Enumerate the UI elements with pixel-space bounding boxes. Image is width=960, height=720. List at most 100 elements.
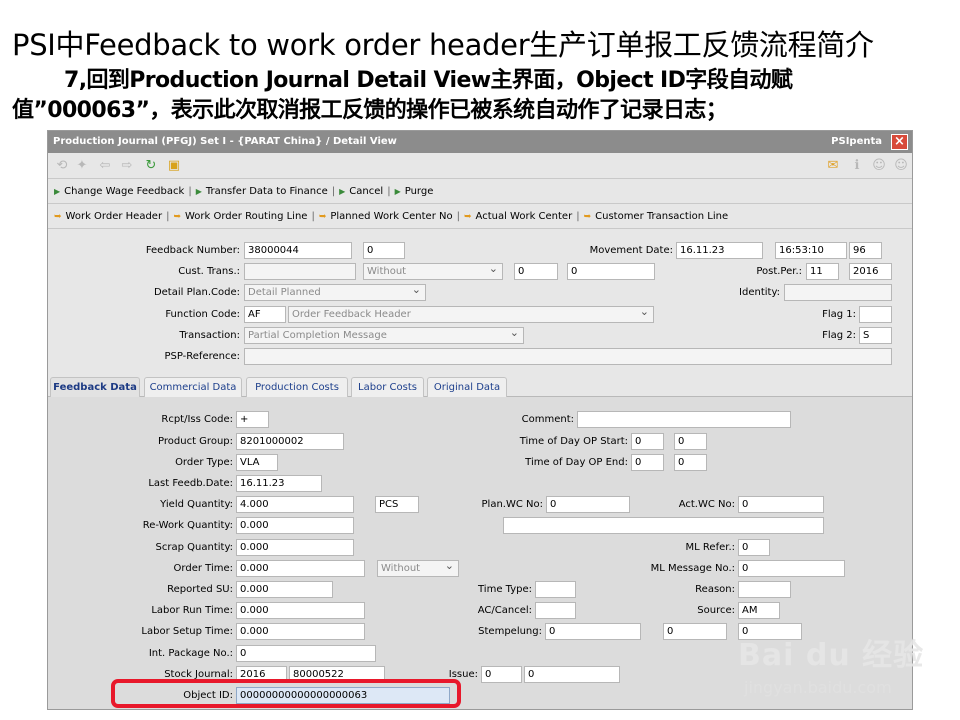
function-code-label: Function Code:	[165, 309, 240, 320]
plan-wc-no-field[interactable]: 0	[546, 496, 630, 513]
reported-su-field[interactable]: 0.000	[236, 581, 333, 598]
refresh-icon[interactable]: ↻	[142, 157, 160, 175]
window-titlebar: Production Journal (PFGJ) Set I - {PARAT…	[48, 131, 912, 153]
order-time-field[interactable]: 0.000	[236, 560, 365, 577]
order-time-label: Order Time:	[173, 563, 233, 574]
psp-reference-label: PSP-Reference:	[164, 351, 240, 362]
labor-setup-time-field[interactable]: 0.000	[236, 623, 365, 640]
intl-package-no-label: Int. Package No.:	[148, 648, 233, 659]
post-per-year-field[interactable]: 2016	[849, 263, 892, 280]
people-icon[interactable]: ☺	[870, 157, 888, 175]
tab-original-data[interactable]: Original Data	[427, 377, 507, 397]
act-wc-no-field[interactable]: 0	[738, 496, 824, 513]
scrap-quantity-field[interactable]: 0.000	[236, 539, 354, 556]
product-group-field[interactable]: 8201000002	[236, 433, 344, 450]
yield-quantity-field[interactable]: 4.000	[236, 496, 354, 513]
cust-trans-v3-field[interactable]: 0	[567, 263, 655, 280]
menu-transfer-data[interactable]: ▶ Transfer Data to Finance	[196, 179, 328, 204]
subtitle-line-1: 7,回到Production Journal Detail View主界面，Ob…	[64, 68, 793, 93]
time-op-start-field[interactable]: 0	[631, 433, 664, 450]
source-label: Source:	[697, 605, 735, 616]
icon-toolbar: ⟲ ✦ ⇦ ⇨ ↻ ▣ ✉ ℹ ☺ ☺	[48, 153, 912, 179]
labor-setup-time-label: Labor Setup Time:	[141, 626, 233, 637]
rcpt-iss-code-field[interactable]: +	[236, 411, 269, 428]
link-label: Planned Work Center No	[330, 211, 453, 222]
time-op-end-field[interactable]: 0	[631, 454, 664, 471]
movement-time-field[interactable]: 16:53:10	[775, 242, 847, 259]
reported-su-label: Reported SU:	[167, 584, 233, 595]
comment-field[interactable]	[577, 411, 791, 428]
identity-field[interactable]	[784, 284, 892, 301]
link-work-order-header[interactable]: ➥ Work Order Header	[54, 204, 162, 230]
last-feedb-date-field[interactable]: 16.11.23	[236, 475, 322, 492]
info-icon[interactable]: ℹ	[848, 157, 866, 175]
detail-plan-code-select[interactable]: Detail Planned	[244, 284, 426, 301]
cust-trans-field[interactable]	[244, 263, 356, 280]
source-field[interactable]: AM	[738, 602, 780, 619]
tab-feedback-data[interactable]: Feedback Data	[50, 377, 140, 397]
time-op-start-field-2[interactable]: 0	[674, 433, 707, 450]
time-op-end-label: Time of Day OP End:	[525, 457, 628, 468]
close-button[interactable]: ×	[891, 134, 908, 150]
mail-icon[interactable]: ✉	[824, 157, 842, 175]
order-type-field[interactable]: VLA	[236, 454, 278, 471]
function-code-select[interactable]: Order Feedback Header	[288, 306, 654, 323]
tab-bar: Feedback Data Commercial Data Production…	[48, 377, 912, 397]
time-type-field[interactable]	[535, 581, 576, 598]
function-code-field[interactable]: AF	[244, 306, 286, 323]
yield-unit-field[interactable]: PCS	[375, 496, 419, 513]
arrow-left-icon[interactable]: ⇦	[96, 157, 114, 175]
issue-field[interactable]: 0	[481, 666, 522, 683]
yield-quantity-label: Yield Quantity:	[160, 499, 233, 510]
flag2-field[interactable]: S	[859, 327, 892, 344]
transaction-select[interactable]: Partial Completion Message	[244, 327, 524, 344]
feedback-number-sub-field[interactable]: 0	[363, 242, 405, 259]
link-work-order-routing[interactable]: ➥ Work Order Routing Line	[173, 204, 307, 230]
flag2-label: Flag 2:	[822, 330, 856, 341]
rework-quantity-field[interactable]: 0.000	[236, 517, 354, 534]
menu-purge[interactable]: ▶ Purge	[395, 179, 434, 204]
psp-reference-field[interactable]	[244, 348, 892, 365]
menu-cancel[interactable]: ▶ Cancel	[339, 179, 383, 204]
back-icon[interactable]: ⟲	[53, 157, 71, 175]
magic-wand-icon[interactable]: ✦	[73, 157, 91, 175]
detail-plan-code-label: Detail Plan.Code:	[153, 287, 240, 298]
ml-message-no-field[interactable]: 0	[738, 560, 845, 577]
link-menu: ➥ Work Order Header | ➥ Work Order Routing L…	[48, 204, 912, 229]
cust-trans-select[interactable]: Without	[363, 263, 503, 280]
menu-label: Purge	[404, 186, 434, 197]
issue-field-2[interactable]: 0	[524, 666, 620, 683]
feedback-number-field[interactable]: 38000044	[244, 242, 352, 259]
group-icon[interactable]: ☺	[892, 157, 910, 175]
arrow-right-icon[interactable]: ⇨	[118, 157, 136, 175]
time-op-end-field-2[interactable]: 0	[674, 454, 707, 471]
movement-extra-field[interactable]: 96	[849, 242, 882, 259]
intl-package-no-field[interactable]: 0	[236, 645, 376, 662]
post-per-month-field[interactable]: 11	[806, 263, 839, 280]
comment-label: Comment:	[521, 414, 574, 425]
tab-production-costs[interactable]: Production Costs	[246, 377, 348, 397]
link-label: Work Order Header	[65, 211, 163, 222]
ml-refer-field[interactable]: 0	[738, 539, 770, 556]
labor-run-time-field[interactable]: 0.000	[236, 602, 365, 619]
menu-change-wage-feedback[interactable]: ▶ Change Wage Feedback	[54, 179, 184, 204]
link-label: Work Order Routing Line	[184, 211, 308, 222]
cust-trans-v2-field[interactable]: 0	[514, 263, 558, 280]
link-actual-work-center[interactable]: ➥ Actual Work Center	[464, 204, 572, 230]
order-time-select[interactable]: Without	[377, 560, 459, 577]
movement-date-field[interactable]: 16.11.23	[676, 242, 763, 259]
time-op-start-label: Time of Day OP Start:	[519, 436, 628, 447]
tab-commercial-data[interactable]: Commercial Data	[144, 377, 242, 397]
menu-label: Change Wage Feedback	[64, 186, 185, 197]
flag1-field[interactable]	[859, 306, 892, 323]
link-customer-transaction[interactable]: ➥ Customer Transaction Line	[584, 204, 729, 230]
stempelung-field-2[interactable]: 0	[663, 623, 727, 640]
save-icon[interactable]: ▣	[165, 157, 183, 175]
scrap-quantity-label: Scrap Quantity:	[155, 542, 233, 553]
link-planned-work-center[interactable]: ➥ Planned Work Center No	[319, 204, 453, 230]
wc-description-field[interactable]	[503, 517, 824, 534]
stempelung-field[interactable]: 0	[545, 623, 641, 640]
reason-field[interactable]	[738, 581, 791, 598]
tab-labor-costs[interactable]: Labor Costs	[351, 377, 424, 397]
ac-cancel-field[interactable]	[535, 602, 576, 619]
